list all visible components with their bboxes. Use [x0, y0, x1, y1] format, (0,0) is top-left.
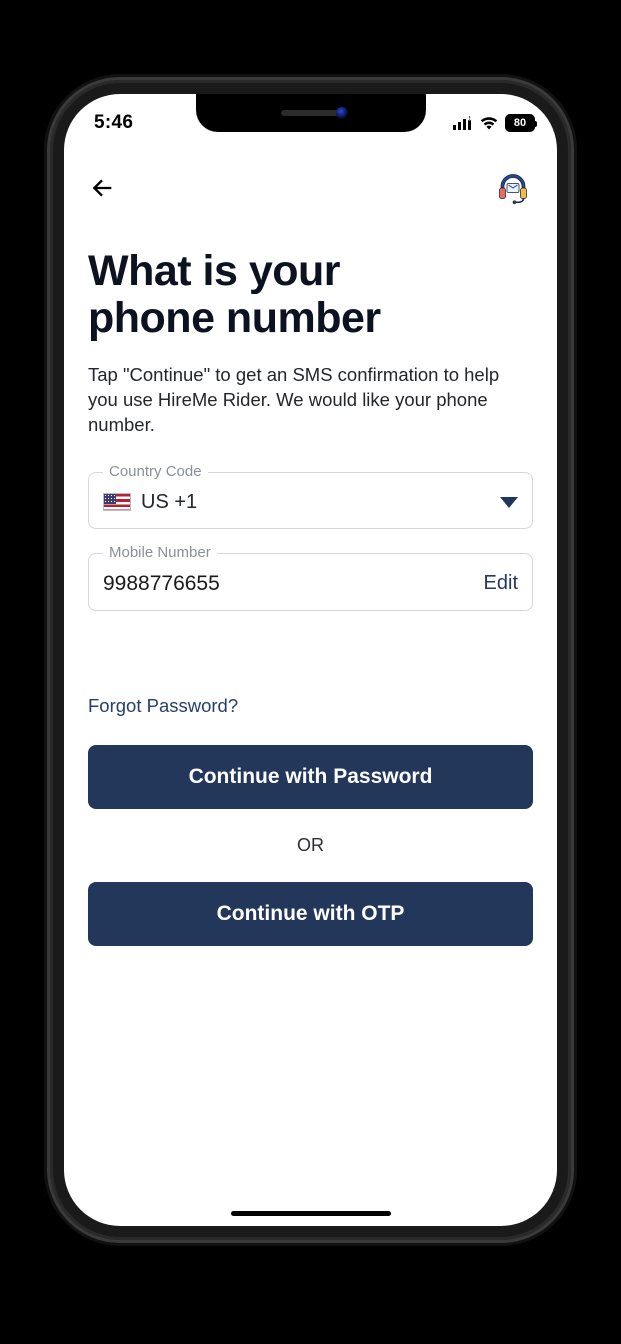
device-speaker [281, 110, 341, 116]
battery-level: 80 [514, 117, 526, 129]
or-divider: OR [88, 835, 533, 856]
cellular-icon: ! [453, 116, 473, 130]
us-flag-icon [103, 493, 131, 511]
back-button[interactable] [88, 168, 128, 208]
status-time: 5:46 [94, 112, 133, 134]
home-indicator[interactable] [231, 1211, 391, 1216]
screen: 5:46 ! [64, 94, 557, 1226]
device-frame: 5:46 ! [50, 80, 571, 1240]
continue-password-button[interactable]: Continue with Password [88, 745, 533, 809]
forgot-password-link[interactable]: Forgot Password? [88, 695, 533, 717]
battery-icon: 80 [505, 114, 535, 132]
device-front-camera [336, 107, 348, 119]
app-content: What is your phone number Tap "Continue"… [64, 94, 557, 1226]
device-power-button [571, 385, 577, 495]
country-code-field[interactable]: Country Code US +1 [88, 472, 533, 529]
continue-otp-button[interactable]: Continue with OTP [88, 882, 533, 946]
page-title-line1: What is your [88, 247, 340, 295]
mobile-number-label: Mobile Number [103, 544, 217, 561]
mobile-number-value: 9988776655 [103, 572, 220, 596]
arrow-left-icon [88, 174, 116, 202]
country-code-label: Country Code [103, 463, 208, 480]
chevron-down-icon [500, 497, 518, 508]
edit-mobile-button[interactable]: Edit [484, 572, 518, 595]
country-code-value: US +1 [141, 491, 197, 514]
device-notch [196, 94, 426, 132]
mobile-number-field[interactable]: Mobile Number 9988776655 Edit [88, 553, 533, 611]
support-button[interactable] [493, 168, 533, 208]
wifi-icon [479, 116, 499, 130]
headset-icon [495, 170, 531, 206]
page-subtitle: Tap "Continue" to get an SMS confirmatio… [88, 363, 533, 438]
page-title-line2: phone number [88, 294, 381, 342]
page-title: What is your phone number [88, 248, 533, 343]
